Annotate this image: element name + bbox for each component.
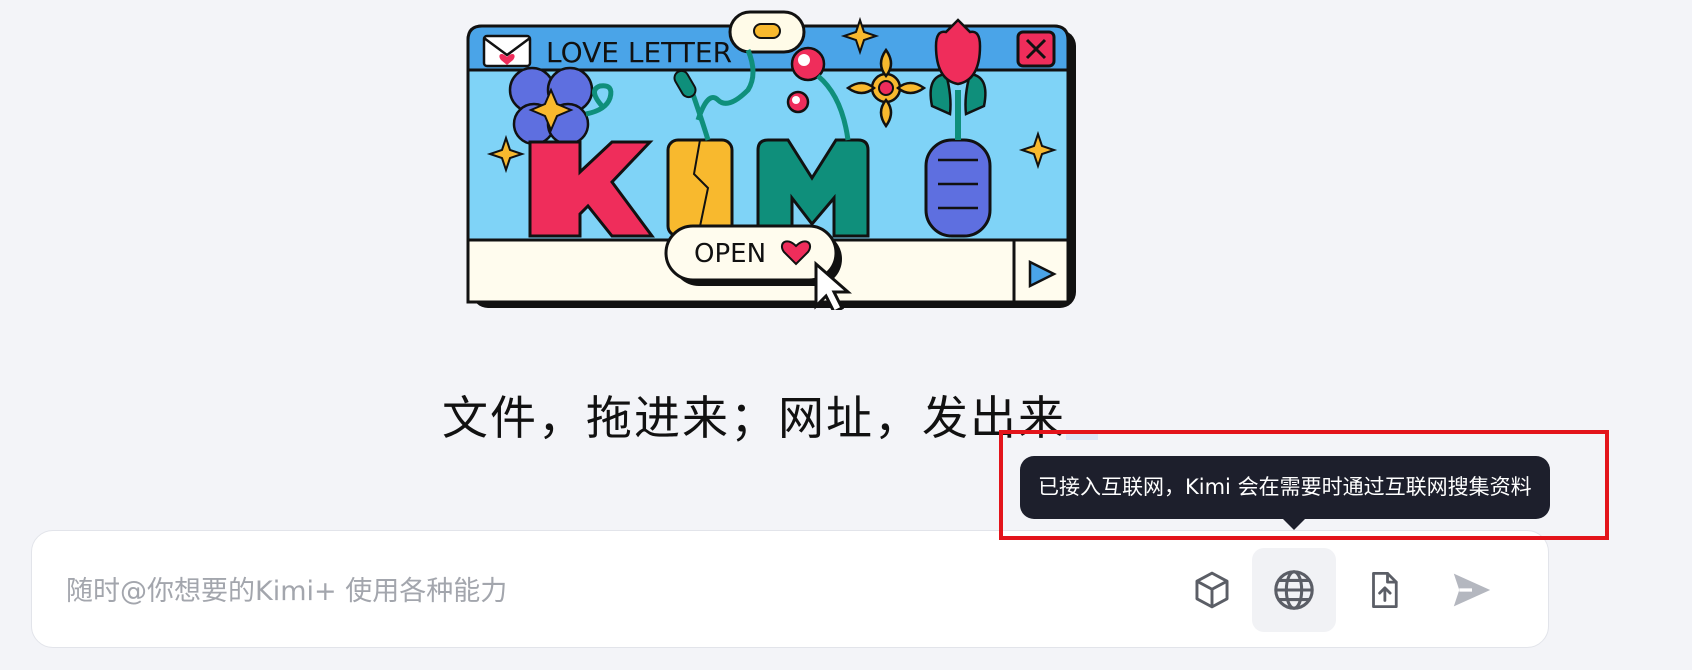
send-icon	[1453, 573, 1491, 607]
globe-icon	[1274, 570, 1314, 610]
chat-input-bar	[31, 530, 1549, 648]
page: LOVE LETTER OPEN 文件，拖进来；网址，发出来 随时@你想要的Ki…	[0, 0, 1692, 670]
close-icon	[1016, 30, 1056, 68]
kimi-love-letter-illustration: LOVE LETTER OPEN	[466, 10, 1076, 310]
window-title: LOVE LETTER	[546, 36, 732, 69]
cube-icon	[1195, 571, 1229, 609]
web-search-button[interactable]	[1252, 548, 1336, 632]
tagline-text: 文件，拖进来；网址，发出来	[442, 391, 1066, 445]
highlight-box	[999, 430, 1609, 540]
kimi-plus-button[interactable]	[1170, 548, 1254, 632]
upload-file-button[interactable]	[1342, 548, 1426, 632]
open-label: OPEN	[694, 239, 766, 269]
file-upload-icon	[1372, 571, 1398, 609]
envelope-icon	[482, 34, 532, 68]
chat-input[interactable]	[64, 565, 1168, 617]
send-button[interactable]	[1430, 548, 1514, 632]
